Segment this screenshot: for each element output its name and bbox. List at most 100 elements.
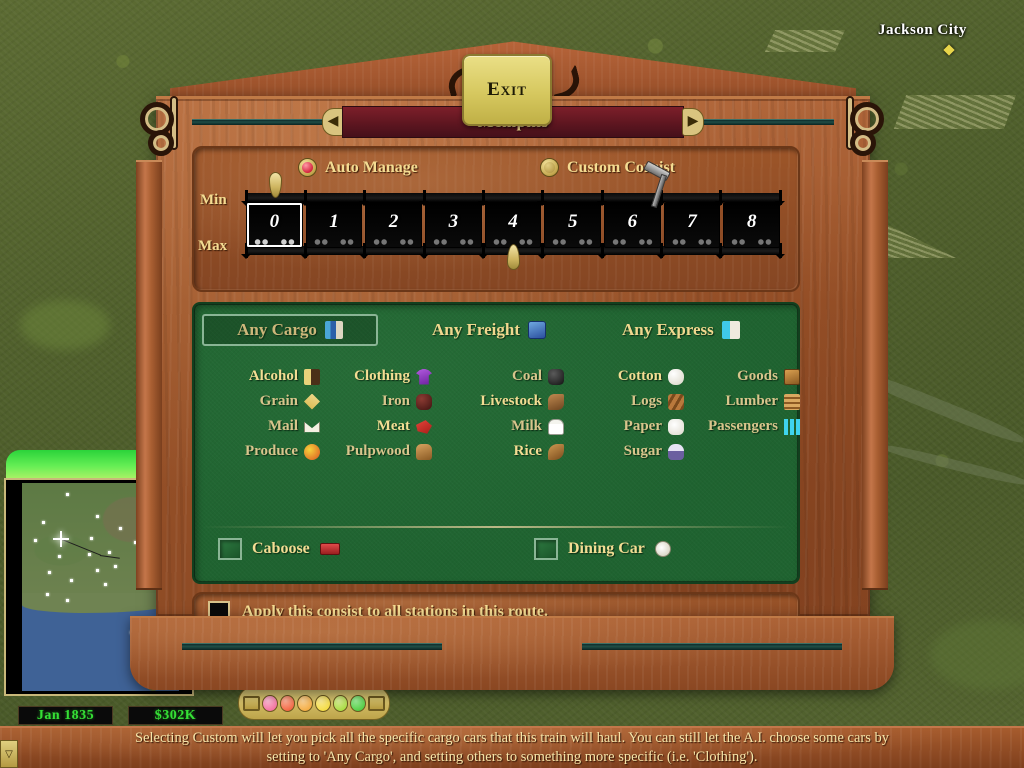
jewel-toolbar[interactable]: [238, 686, 390, 720]
custom-consist-label: Custom Consist: [567, 158, 676, 176]
car-count-label: 1: [329, 211, 339, 232]
cargo-item-rice[interactable]: Rice: [456, 439, 564, 464]
car-count-row: 0 1 2 3 4 5 6 7 8: [246, 202, 781, 248]
cargo-column-2: Clothing Iron Meat Pulpwood: [324, 364, 432, 464]
car-count-cell-8[interactable]: 8: [723, 202, 781, 248]
cargo-item-logs[interactable]: Logs: [576, 389, 684, 414]
cargo-item-label: Logs: [631, 393, 662, 409]
prev-station-button[interactable]: ◀: [322, 108, 344, 136]
auto-manage-label: Auto Manage: [325, 158, 418, 176]
car-count-cell-4[interactable]: 4: [484, 202, 542, 248]
cargo-item-alcohol[interactable]: Alcohol: [212, 364, 320, 389]
any-express-button[interactable]: Any Express: [612, 314, 750, 346]
car-count-cell-3[interactable]: 3: [425, 202, 482, 248]
cargo-item-livestock[interactable]: Livestock: [456, 389, 564, 414]
cargo-item-pulpwood[interactable]: Pulpwood: [324, 439, 432, 464]
cargo-item-label: Paper: [623, 418, 662, 434]
minimap-city-dot: [48, 571, 51, 574]
car-count-cell-7[interactable]: 7: [663, 202, 721, 248]
min-slider-track[interactable]: [240, 190, 785, 206]
jewel-button-3[interactable]: [297, 694, 314, 712]
radio-custom-consist[interactable]: Custom Consist: [540, 158, 675, 177]
tooltip-collapse-button[interactable]: ▽: [0, 740, 18, 768]
car-wheels-icon: [310, 239, 358, 245]
caboose-label: Caboose: [252, 540, 310, 557]
rice-icon: [548, 443, 564, 460]
cargo-item-mail[interactable]: Mail: [212, 414, 320, 439]
jewel-button-2[interactable]: [279, 694, 296, 712]
cargo-item-label: Clothing: [354, 368, 410, 384]
max-label: Max: [198, 238, 228, 254]
iron-icon: [416, 393, 432, 410]
jewel-button-4[interactable]: [315, 694, 331, 712]
cargo-item-sugar[interactable]: Sugar: [576, 439, 684, 464]
car-count-cell-6[interactable]: 6: [604, 202, 661, 248]
any-express-label: Any Express: [622, 320, 714, 339]
exit-button[interactable]: Exit: [462, 54, 552, 126]
minimap-city-dot: [96, 515, 99, 518]
cargo-item-lumber[interactable]: Lumber: [684, 389, 800, 414]
radio-jewel-unselected-icon[interactable]: [540, 158, 559, 177]
car-count-cell-0[interactable]: 0: [246, 202, 303, 248]
max-slider-thumb[interactable]: [506, 244, 520, 270]
dialog-footer: [130, 616, 894, 690]
car-count-cell-2[interactable]: 2: [365, 202, 423, 248]
milk-icon: [548, 418, 564, 435]
pulpwood-icon: [416, 443, 432, 460]
min-label: Min: [200, 192, 227, 208]
cargo-item-label: Sugar: [623, 443, 662, 459]
dining-car-option[interactable]: Dining Car: [534, 538, 671, 560]
cargo-item-milk[interactable]: Milk: [456, 414, 564, 439]
produce-icon: [304, 443, 320, 460]
map-terrain-blob: [20, 300, 110, 350]
jewel-button-6[interactable]: [350, 694, 367, 712]
any-cargo-row: Any Cargo Any Freight Any Express: [194, 314, 798, 348]
cargo-item-label: Produce: [244, 443, 298, 459]
mail-icon: [304, 421, 320, 433]
sugar-icon: [668, 443, 684, 460]
map-terrain-blob: [930, 620, 1024, 690]
express-mail-icon: [721, 321, 740, 339]
cargo-item-label: Grain: [259, 393, 298, 409]
cargo-item-label: Passengers: [708, 418, 778, 434]
coal-icon: [548, 368, 564, 385]
alcohol-icon: [304, 368, 320, 385]
car-count-cell-1[interactable]: 1: [305, 202, 363, 248]
dining-car-checkbox[interactable]: [534, 538, 558, 560]
cargo-item-cotton[interactable]: Cotton: [576, 364, 684, 389]
next-station-button[interactable]: ▶: [682, 108, 704, 136]
cargo-item-label: Cotton: [617, 368, 662, 384]
cargo-item-coal[interactable]: Coal: [456, 364, 564, 389]
cargo-item-clothing[interactable]: Clothing: [324, 364, 432, 389]
cargo-item-produce[interactable]: Produce: [212, 439, 320, 464]
cargo-item-paper[interactable]: Paper: [576, 414, 684, 439]
minimap-city-dot: [58, 555, 61, 558]
caboose-option[interactable]: Caboose: [218, 538, 340, 560]
minimap-viewport-cursor[interactable]: [53, 531, 69, 547]
minimap-city-dot: [90, 537, 93, 540]
jewel-button-5[interactable]: [332, 694, 349, 712]
cargo-item-goods[interactable]: Goods: [684, 364, 800, 389]
minimap-city-dot: [104, 583, 107, 586]
cargo-item-passengers[interactable]: Passengers: [684, 414, 800, 439]
car-count-label: 8: [746, 211, 757, 232]
consist-dialog: ◀ Memphis ▶ Auto Manage Custom Consist M…: [122, 40, 902, 690]
radio-jewel-selected-icon[interactable]: [298, 158, 317, 177]
clothing-icon: [416, 368, 432, 385]
tooltip-bar: Selecting Custom will let you pick all t…: [0, 726, 1024, 768]
radio-auto-manage[interactable]: Auto Manage: [298, 158, 418, 177]
car-wheels-icon: [609, 239, 656, 245]
cargo-item-meat[interactable]: Meat: [324, 414, 432, 439]
any-cargo-button[interactable]: Any Cargo: [202, 314, 378, 346]
jewel-button-1[interactable]: [261, 694, 278, 712]
book-icon[interactable]: [368, 695, 386, 711]
caboose-checkbox[interactable]: [218, 538, 242, 560]
logs-icon: [668, 393, 684, 410]
car-count-label: 2: [388, 211, 399, 232]
any-freight-button[interactable]: Any Freight: [422, 314, 556, 346]
cargo-item-iron[interactable]: Iron: [324, 389, 432, 414]
car-wheels-icon: [430, 239, 477, 245]
folder-icon[interactable]: [243, 695, 260, 711]
car-count-cell-5[interactable]: 5: [544, 202, 602, 248]
cargo-item-grain[interactable]: Grain: [212, 389, 320, 414]
